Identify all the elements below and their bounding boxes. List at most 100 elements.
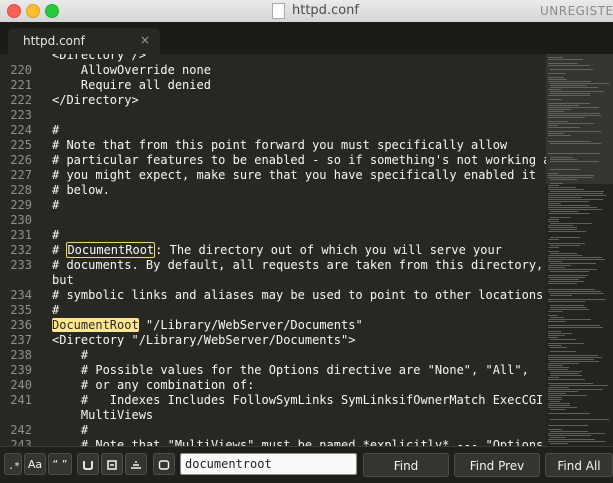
- minimap-line: [548, 65, 590, 66]
- code-text: #: [52, 198, 59, 213]
- minimap-line: [548, 283, 577, 284]
- minimap-line: [548, 199, 603, 200]
- minimap-line: [550, 161, 599, 162]
- line-number: 243: [10, 438, 32, 446]
- minimap-line: [548, 439, 595, 440]
- minimap-line: [548, 299, 606, 300]
- minimap-line: [550, 295, 572, 296]
- minimap-line: [548, 115, 601, 116]
- minimap-line: [550, 179, 577, 180]
- minimap-line: [548, 243, 585, 244]
- minimap-line: [548, 325, 600, 326]
- minimap-line: [550, 409, 566, 410]
- minimap[interactable]: [546, 54, 613, 446]
- code-line: 236 DocumentRoot "/Library/WebServer/Docu…: [0, 318, 546, 333]
- code-text: Require all denied: [52, 78, 211, 93]
- minimap-line: [548, 109, 571, 110]
- code-line: 233 # documents. By default, all requests…: [0, 258, 546, 273]
- minimap-line: [548, 301, 585, 302]
- highlight-matches-icon: [131, 461, 141, 469]
- regex-toggle[interactable]: .*: [4, 453, 22, 475]
- code-segment: MultiViews: [52, 408, 154, 422]
- tab-close-icon[interactable]: ×: [140, 33, 150, 47]
- minimap-line: [548, 201, 589, 202]
- minimap-line: [550, 309, 589, 310]
- minimap-line: [548, 153, 600, 154]
- in-selection-toggle[interactable]: [101, 453, 123, 475]
- line-number: 230: [10, 213, 32, 227]
- code-line: 222 </Directory>: [0, 93, 546, 108]
- code-segment: #: [52, 123, 60, 137]
- svg-text:.*: .*: [8, 461, 19, 471]
- zoom-window-button[interactable]: [45, 4, 59, 18]
- minimap-line: [550, 223, 592, 224]
- minimap-line: [548, 81, 591, 82]
- minimap-line: [550, 385, 608, 386]
- minimap-line: [548, 357, 602, 358]
- highlight-matches-toggle[interactable]: [125, 453, 147, 475]
- code-line: 226 # particular features to be enabled -…: [0, 153, 546, 168]
- minimap-line: [548, 173, 558, 174]
- code-line: 237 <Directory "/Library/WebServer/Docume…: [0, 333, 546, 348]
- editor-area[interactable]: <Directory /> 220 AllowOverride none 221 R…: [0, 54, 546, 446]
- minimap-line: [550, 69, 593, 70]
- tab-httpd-conf[interactable]: httpd.conf ×: [8, 28, 160, 54]
- code-line: 232 # DocumentRoot: The directory out of …: [0, 242, 546, 258]
- minimap-line: [548, 321, 566, 322]
- case-sensitive-toggle[interactable]: Aa: [24, 453, 46, 475]
- minimap-line: [548, 407, 577, 408]
- minimap-line: [548, 377, 559, 378]
- minimap-line: [548, 225, 573, 226]
- line-number: 239: [10, 363, 32, 377]
- find-prev-button[interactable]: Find Prev: [454, 453, 540, 477]
- minimap-line: [550, 431, 588, 432]
- minimap-line: [550, 443, 568, 444]
- show-context-toggle[interactable]: [153, 453, 175, 475]
- minimap-line: [548, 193, 603, 194]
- whole-word-toggle[interactable]: “ ”: [48, 453, 72, 475]
- close-window-button[interactable]: [7, 4, 21, 18]
- minimap-line: [548, 363, 579, 364]
- code-text: # Note that "MultiViews" must be named *…: [52, 438, 543, 446]
- code-text: <Directory />: [52, 54, 146, 63]
- code-text: # documents. By default, all requests ar…: [52, 258, 543, 273]
- minimap-line: [550, 279, 579, 280]
- code-text: # DocumentRoot: The directory out of whi…: [52, 242, 502, 258]
- code-segment: # Note that from this point forward you …: [52, 138, 508, 152]
- line-number: 222: [10, 93, 32, 107]
- code-line: 220 AllowOverride none: [0, 63, 546, 78]
- minimize-window-button[interactable]: [26, 4, 40, 18]
- find-panel: .* Aa “ ” documentroot Find Find Prev Fi…: [0, 446, 613, 483]
- line-number: 240: [10, 378, 32, 392]
- code-line: 228 # below.: [0, 183, 546, 198]
- minimap-line: [548, 95, 590, 96]
- minimap-line: [548, 369, 568, 370]
- window-title: httpd.conf: [292, 3, 359, 18]
- minimap-line: [548, 227, 577, 228]
- code-line: 229 #: [0, 198, 546, 213]
- code-text: #: [52, 423, 88, 438]
- minimap-line: [548, 259, 605, 260]
- find-input[interactable]: documentroot: [180, 453, 357, 475]
- code-text: #: [52, 123, 59, 138]
- code-segment: <Directory />: [52, 54, 146, 62]
- minimap-line: [550, 87, 598, 88]
- find-all-button[interactable]: Find All: [545, 453, 613, 477]
- minimap-line: [548, 441, 606, 442]
- minimap-line: [548, 389, 603, 390]
- minimap-line: [550, 93, 590, 94]
- minimap-line: [548, 103, 590, 104]
- tab-label: httpd.conf: [23, 34, 85, 48]
- wrap-toggle[interactable]: [77, 453, 99, 475]
- minimap-line: [548, 125, 558, 126]
- minimap-line: [548, 281, 584, 282]
- code-line: <Directory />: [0, 54, 546, 63]
- code-segment: # documents. By default, all requests ar…: [52, 258, 544, 272]
- minimap-line: [548, 57, 563, 58]
- line-number: 242: [10, 423, 32, 437]
- minimap-line: [550, 191, 604, 192]
- minimap-line: [548, 121, 568, 122]
- minimap-line: [548, 251, 559, 252]
- line-number: 241: [10, 393, 32, 407]
- find-button[interactable]: Find: [363, 453, 449, 477]
